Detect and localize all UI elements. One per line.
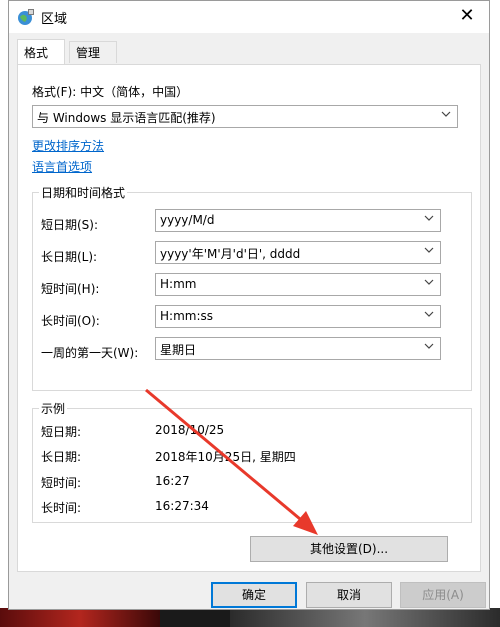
ok-button[interactable]: 确定: [211, 582, 297, 608]
long-time-dropdown[interactable]: H:mm:ss: [155, 305, 441, 328]
other-settings-button[interactable]: 其他设置(D)...: [250, 536, 448, 562]
chevron-down-icon: [424, 215, 434, 221]
example-long-date-label: 长日期:: [41, 450, 82, 464]
short-date-value: yyyy/M/d: [160, 213, 215, 227]
chevron-down-icon: [424, 343, 434, 349]
background-red-strip: [0, 608, 160, 627]
region-dialog: 区域 ✕ 格式 管理 格式(F): 中文（简体，中国） 与 Windows 显示…: [8, 0, 490, 610]
chevron-down-icon: [424, 311, 434, 317]
background-gray-strip: [230, 608, 500, 627]
example-short-time-value: 16:27: [155, 474, 190, 488]
format-dropdown-value: 与 Windows 显示语言匹配(推荐): [37, 111, 216, 125]
background-left-strip: [0, 0, 8, 627]
long-date-label: 长日期(L):: [41, 250, 98, 264]
short-date-label: 短日期(S):: [41, 218, 99, 232]
example-long-time-value: 16:27:34: [155, 499, 209, 513]
tab-format[interactable]: 格式: [17, 39, 65, 64]
first-day-dropdown[interactable]: 星期日: [155, 337, 441, 360]
example-long-time-label: 长时间:: [41, 501, 82, 515]
long-date-dropdown[interactable]: yyyy'年'M'月'd'日', dddd: [155, 241, 441, 264]
change-sort-link[interactable]: 更改排序方法: [32, 137, 104, 154]
short-time-value: H:mm: [160, 277, 197, 291]
long-time-label: 长时间(O):: [41, 314, 100, 328]
example-short-time-label: 短时间:: [41, 476, 82, 490]
example-short-date-value: 2018/10/25: [155, 423, 225, 437]
datetime-format-group: 日期和时间格式 短日期(S): yyyy/M/d 长日期(L): yyyy'年'…: [32, 184, 472, 391]
first-day-label: 一周的第一天(W):: [41, 346, 139, 360]
chevron-down-icon: [424, 279, 434, 285]
format-label: 格式(F): 中文（简体，中国）: [32, 85, 189, 99]
title-bar: 区域 ✕: [9, 1, 489, 33]
background-taskbar-strip: [0, 608, 500, 627]
short-date-dropdown[interactable]: yyyy/M/d: [155, 209, 441, 232]
example-short-date-label: 短日期:: [41, 425, 82, 439]
example-long-date-value: 2018年10月25日, 星期四: [155, 450, 296, 464]
short-time-label: 短时间(H):: [41, 282, 100, 296]
first-day-value: 星期日: [160, 343, 197, 357]
chevron-down-icon: [424, 247, 434, 253]
examples-group-title: 示例: [39, 400, 68, 417]
close-button[interactable]: ✕: [445, 1, 489, 33]
tab-admin[interactable]: 管理: [69, 41, 117, 63]
background-right-strip: [490, 0, 500, 627]
datetime-group-title: 日期和时间格式: [39, 184, 128, 201]
long-date-value: yyyy'年'M'月'd'日', dddd: [160, 247, 301, 261]
format-dropdown[interactable]: 与 Windows 显示语言匹配(推荐): [32, 105, 458, 128]
long-time-value: H:mm:ss: [160, 309, 213, 323]
apply-button[interactable]: 应用(A): [400, 582, 486, 608]
region-globe-icon: [18, 9, 34, 25]
format-panel: 格式(F): 中文（简体，中国） 与 Windows 显示语言匹配(推荐) 更改…: [17, 64, 481, 572]
chevron-down-icon: [441, 111, 451, 117]
cancel-button[interactable]: 取消: [306, 582, 392, 608]
window-title: 区域: [41, 12, 68, 27]
examples-group: 示例 短日期: 2018/10/25 长日期: 2018年10月25日, 星期四…: [32, 400, 472, 523]
language-preferences-link[interactable]: 语言首选项: [32, 158, 92, 175]
short-time-dropdown[interactable]: H:mm: [155, 273, 441, 296]
